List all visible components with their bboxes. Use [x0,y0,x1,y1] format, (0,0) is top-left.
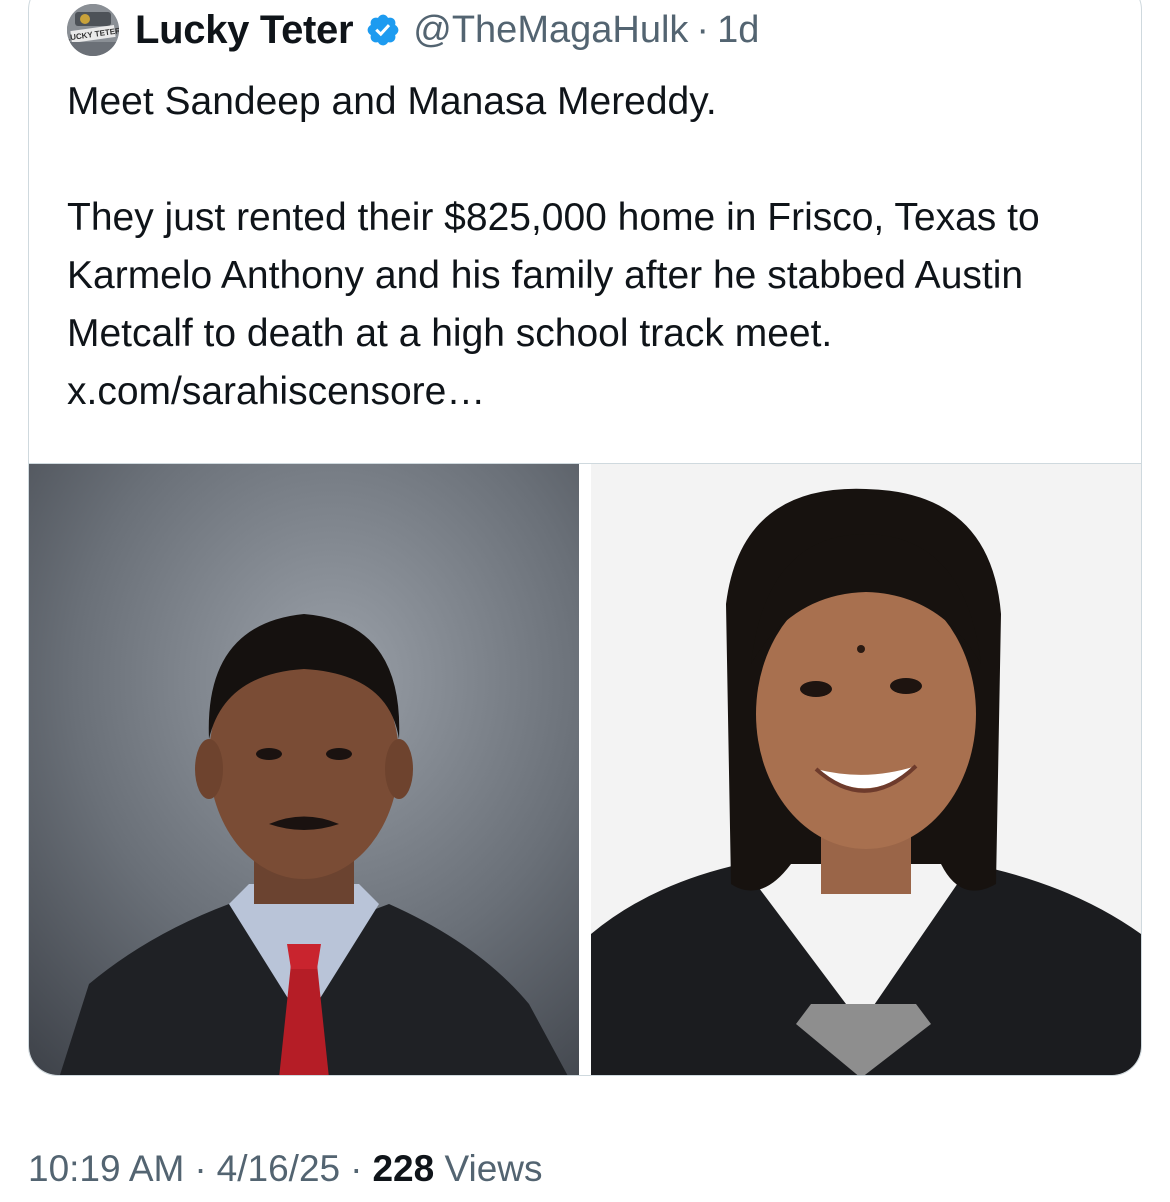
tweet-time[interactable]: 10:19 AM [28,1148,184,1189]
media-grid [29,463,1141,1075]
author-avatar[interactable]: LUCKY TETER [67,4,119,56]
tweet-age[interactable]: 1d [717,9,759,52]
quoted-tweet-header: LUCKY TETER Lucky Teter @TheMagaHulk · 1… [67,4,759,56]
tweet-meta: 10:19 AM · 4/16/25 · 228 Views [28,1148,543,1190]
tweet-paragraph: They just rented their $825,000 home in … [67,196,1040,413]
verified-badge-icon [367,14,399,46]
photo-man-portrait[interactable] [29,464,579,1075]
tweet-date[interactable]: 4/16/25 [217,1148,340,1189]
woman-portrait-image [591,464,1141,1075]
man-portrait-image [29,464,579,1075]
tweet-paragraph: Meet Sandeep and Manasa Mereddy. [67,80,717,123]
quoted-tweet-text: Meet Sandeep and Manasa Mereddy. They ju… [67,73,1117,421]
photo-woman-portrait[interactable] [591,464,1141,1075]
header-separator: · [696,8,710,51]
views-count[interactable]: 228 [372,1148,434,1189]
meta-separator: · [194,1148,207,1189]
quoted-tweet-card[interactable]: LUCKY TETER Lucky Teter @TheMagaHulk · 1… [28,0,1142,1076]
author-name[interactable]: Lucky Teter [135,8,354,53]
author-handle[interactable]: @TheMagaHulk [413,9,688,52]
views-label[interactable]: Views [444,1148,542,1189]
avatar-image: LUCKY TETER [67,4,119,56]
meta-separator: · [350,1148,363,1189]
